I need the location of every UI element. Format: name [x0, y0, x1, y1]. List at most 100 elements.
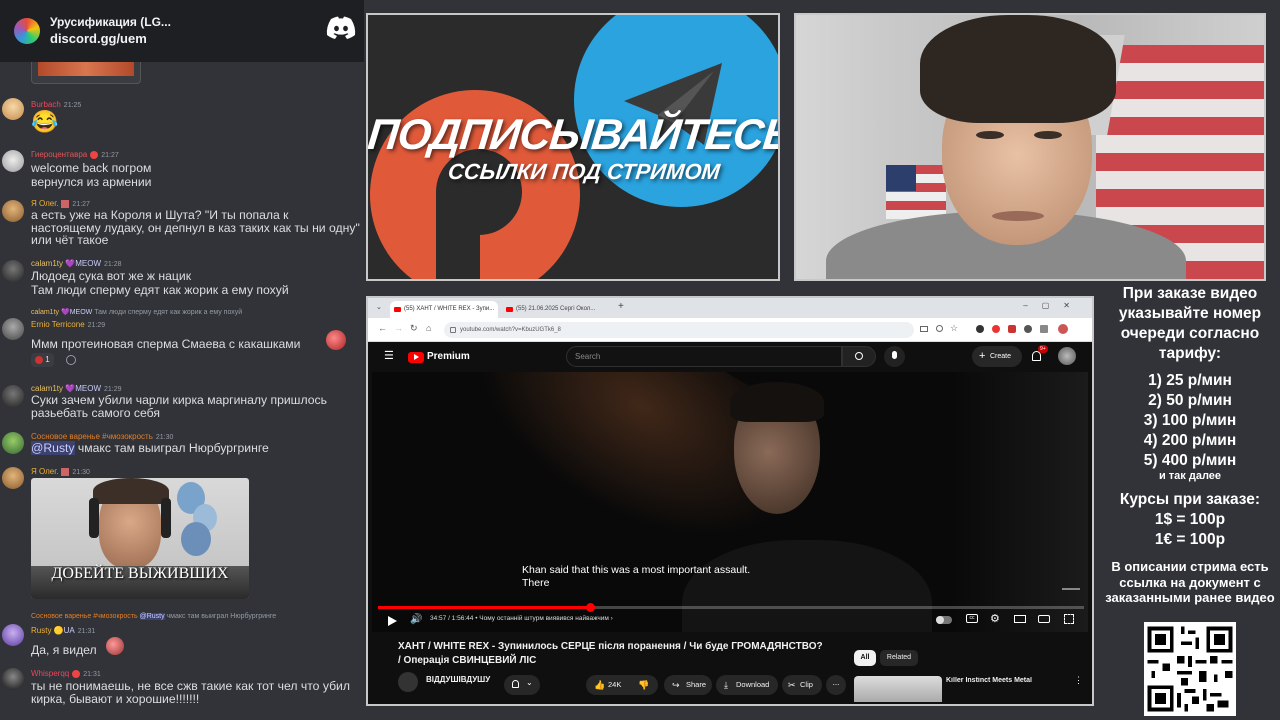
progress-scrubber[interactable]: [585, 603, 595, 612]
related-video-title[interactable]: Killer Instinct Meets Metal: [946, 677, 1056, 684]
timestamp: 21:30: [72, 469, 90, 476]
username[interactable]: Я Олег.: [31, 467, 58, 476]
miniplayer-icon[interactable]: [1014, 615, 1026, 623]
order-intro: При заказе видео указывайте номер очеред…: [1118, 285, 1262, 362]
extension-icon[interactable]: [976, 325, 984, 333]
clip-button[interactable]: ✂ Clip: [782, 675, 822, 695]
search-button[interactable]: [842, 346, 876, 367]
user-mention[interactable]: @Rusty: [31, 441, 75, 455]
download-button[interactable]: ⤓ Download: [716, 675, 778, 695]
channel-name[interactable]: ВІДДУШІВДУШУ: [426, 675, 490, 684]
subtitles-button[interactable]: cc: [966, 614, 978, 623]
related-more-icon[interactable]: ⋮: [1074, 675, 1083, 686]
avatar[interactable]: [2, 318, 24, 340]
thumbs-down-icon: 👎: [638, 680, 650, 690]
window-controls: –▢✕: [1023, 301, 1084, 310]
like-button[interactable]: 👍 24K 👎: [586, 675, 658, 695]
url-field[interactable]: youtube.com/watch?v=KbuzUGTk6_8: [444, 322, 914, 338]
timestamp: 21:31: [83, 671, 101, 678]
fullscreen-icon[interactable]: [1064, 614, 1074, 624]
person-hair: [920, 15, 1116, 123]
subscribe-banner: ПОДПИСЫВАЙТЕСЬ ССЫЛКИ ПОД СТРИМОМ: [366, 13, 780, 281]
site-info-icon[interactable]: [450, 327, 456, 333]
username[interactable]: Ernio Terricone: [31, 320, 85, 329]
theater-mode-icon[interactable]: [1038, 615, 1050, 623]
message-text: @Rusty чмакс там выиграл Нюрбургринге: [31, 441, 269, 455]
voice-search-button[interactable]: [884, 346, 905, 367]
filter-chip-related[interactable]: Related: [880, 650, 918, 666]
avatar[interactable]: [2, 150, 24, 172]
username[interactable]: Burbach: [31, 100, 61, 109]
account-avatar[interactable]: [1058, 347, 1076, 365]
filter-chip-all[interactable]: All: [854, 650, 876, 666]
timestamp: 21:31: [77, 628, 96, 635]
subscribe-bell-button[interactable]: ⌄: [504, 675, 540, 695]
tab-active[interactable]: (55) ХАНТ / WHITE REX - Зупи...: [390, 301, 498, 318]
reload-icon[interactable]: ↻: [410, 323, 418, 334]
home-icon[interactable]: ⌂: [426, 323, 431, 333]
avatar[interactable]: [2, 467, 24, 489]
youtube-logo[interactable]: Premium: [408, 351, 470, 363]
reaction-pill[interactable]: 1: [31, 353, 54, 367]
avatar[interactable]: [2, 624, 24, 646]
avatar[interactable]: [2, 260, 24, 282]
chapter-title[interactable]: • Чому останній штурм виявився найважчим: [475, 615, 609, 622]
search-input[interactable]: Search: [566, 346, 842, 367]
message-text: Суки зачем убили чарли кирка маргиналу п…: [31, 393, 327, 420]
settings-gear-icon[interactable]: ⚙: [990, 612, 1000, 625]
image-caption: ДОБЕЙТЕ ВЫЖИВШИХ: [51, 565, 229, 582]
extension-icon[interactable]: [992, 325, 1000, 333]
message-text: ты не понимаешь, не все сжв такие как то…: [31, 679, 350, 706]
extension-icon[interactable]: [1008, 325, 1016, 333]
more-actions-button[interactable]: ...: [826, 675, 846, 695]
extension-icon[interactable]: [1024, 325, 1032, 333]
progress-bar[interactable]: [378, 603, 1084, 612]
tab-menu-icon[interactable]: ⌄: [376, 303, 382, 311]
username[interactable]: Rusty: [31, 626, 51, 635]
play-button[interactable]: [388, 616, 397, 626]
youtube-favicon-icon: [506, 307, 513, 312]
tab-inactive[interactable]: (55) 21.06.2025 Сергі Окол...: [502, 301, 614, 318]
chat-message: Я Олег. 21:30 ДОБЕЙТЕ ВЫЖИВШИХ: [0, 464, 364, 604]
username[interactable]: Whisperqq: [31, 669, 69, 678]
volume-icon[interactable]: 🔊: [410, 614, 422, 625]
avatar[interactable]: [2, 385, 24, 407]
description-note: В описании стрима есть ссылка на докумен…: [1105, 559, 1275, 605]
avatar[interactable]: [2, 200, 24, 222]
guild-tag: 🟡UA: [53, 626, 75, 635]
username[interactable]: Сосновое варенье #чмозокрость: [31, 432, 153, 441]
avatar[interactable]: [2, 432, 24, 454]
reply-preview[interactable]: calam1ty 💜MEOW Там люди сперму едят как …: [31, 308, 242, 316]
username[interactable]: calam1ty: [31, 384, 63, 393]
video-player[interactable]: Khan said that this was a most important…: [372, 372, 1088, 632]
youtube-favicon-icon: [394, 307, 401, 312]
username[interactable]: calam1ty: [31, 259, 63, 268]
forward-icon[interactable]: →: [394, 323, 403, 333]
username[interactable]: Я Олег.: [31, 199, 58, 208]
share-button[interactable]: ↪ Share: [664, 675, 712, 695]
notifications-button[interactable]: 9+: [1030, 345, 1048, 363]
message-text: а есть уже на Короля и Шута? "И ты попал…: [31, 208, 360, 247]
cast-icon[interactable]: [920, 326, 928, 332]
bookmark-star-icon[interactable]: ☆: [950, 323, 958, 334]
reply-preview[interactable]: Сосновое варенье #чмозокрость @Rusty чма…: [31, 613, 276, 620]
related-thumbnail[interactable]: [854, 676, 942, 702]
create-button[interactable]: + Create: [972, 346, 1022, 367]
bell-icon: [512, 680, 519, 688]
channel-avatar[interactable]: [398, 672, 418, 692]
add-reaction-icon[interactable]: [66, 355, 76, 365]
chat-message: Сосновое варенье #чмозокрость 21:30 @Rust…: [0, 430, 364, 462]
username[interactable]: Гиероцентавра: [31, 150, 87, 159]
discord-chat-panel: Урусификация (LG... discord.gg/uem Burba…: [0, 0, 364, 720]
profile-icon[interactable]: [1058, 324, 1068, 334]
avatar[interactable]: [2, 98, 24, 120]
back-icon[interactable]: ←: [378, 323, 387, 333]
rates-title: Курсы при заказе:: [1119, 491, 1261, 508]
extensions-puzzle-icon[interactable]: [1040, 325, 1048, 333]
attached-image[interactable]: ДОБЕЙТЕ ВЫЖИВШИХ: [31, 478, 249, 599]
zoom-icon[interactable]: [936, 325, 943, 332]
hamburger-menu-icon[interactable]: ☰: [384, 349, 394, 362]
autoplay-toggle[interactable]: [936, 616, 952, 624]
new-tab-button[interactable]: +: [618, 301, 624, 312]
avatar[interactable]: [2, 668, 24, 690]
